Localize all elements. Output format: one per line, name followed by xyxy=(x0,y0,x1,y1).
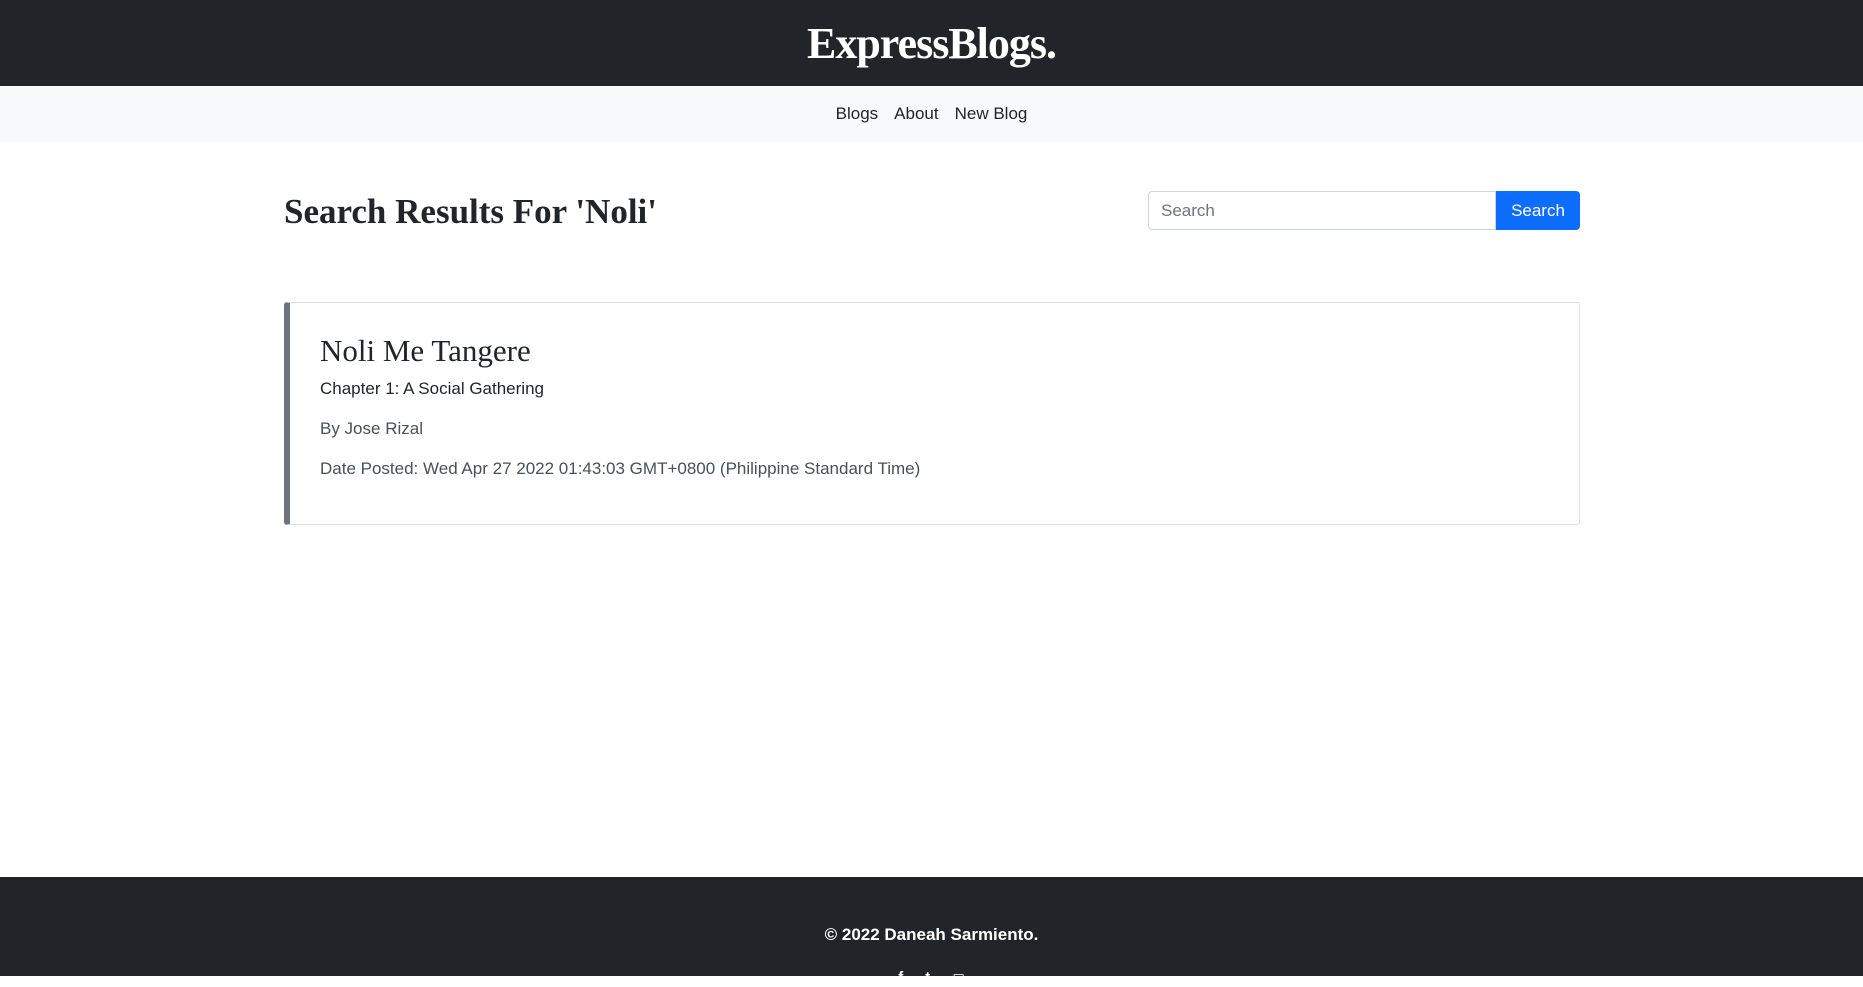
blog-author: By Jose Rizal xyxy=(320,419,423,438)
blog-date: Date Posted: Wed Apr 27 2022 01:43:03 GM… xyxy=(320,459,921,478)
search-button[interactable]: Search xyxy=(1496,191,1580,230)
main-nav: Blogs About New Blog xyxy=(0,86,1863,142)
facebook-icon[interactable]: f xyxy=(898,969,903,987)
nav-link-about[interactable]: About xyxy=(894,104,938,124)
blog-subtitle: Chapter 1: A Social Gathering xyxy=(320,379,544,398)
copyright-text: © 2022 Daneah Sarmiento. xyxy=(824,925,1039,944)
nav-link-new-blog[interactable]: New Blog xyxy=(955,104,1028,124)
site-footer: © 2022 Daneah Sarmiento. f t ◻ xyxy=(0,877,1863,987)
instagram-icon[interactable]: ◻ xyxy=(952,969,964,987)
social-links: f t ◻ xyxy=(0,969,1863,987)
site-header: ExpressBlogs. xyxy=(0,0,1863,86)
blog-result-card[interactable]: Noli Me Tangere Chapter 1: A Social Gath… xyxy=(284,302,1580,525)
brand-logo[interactable]: ExpressBlogs. xyxy=(807,18,1057,69)
search-form: Search xyxy=(1148,191,1580,230)
page-title: Search Results For 'Noli' xyxy=(284,192,658,231)
nav-link-blogs[interactable]: Blogs xyxy=(836,104,879,124)
search-input[interactable] xyxy=(1148,191,1496,230)
blog-title[interactable]: Noli Me Tangere xyxy=(320,331,531,371)
twitter-icon[interactable]: t xyxy=(925,969,930,987)
